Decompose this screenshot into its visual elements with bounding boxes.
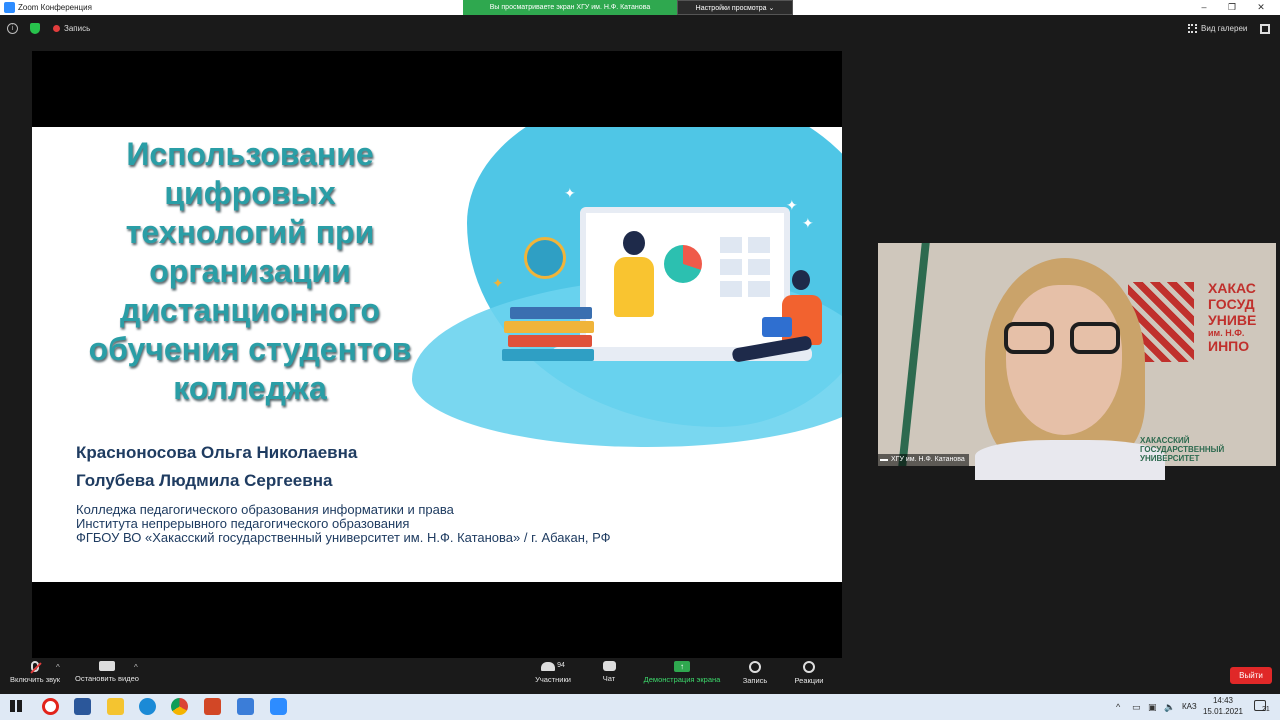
- zoom-app-icon: [4, 2, 15, 13]
- edge-browser-icon[interactable]: [139, 698, 156, 715]
- recording-indicator-label: Запись: [64, 24, 91, 33]
- chat-bubble-icon: [602, 661, 616, 671]
- illustration-book: [510, 307, 592, 319]
- signal-strength-icon: [880, 455, 888, 461]
- sparkle-icon: ✦: [786, 197, 798, 213]
- illustration-grid-cell: [748, 237, 770, 253]
- illustration-teacher: [614, 257, 654, 317]
- reactions-button[interactable]: Реакции: [788, 661, 830, 685]
- participant-body: [975, 440, 1165, 480]
- illustration-globe: [524, 237, 566, 279]
- chrome-browser-icon[interactable]: [171, 698, 188, 715]
- powerpoint-icon[interactable]: [204, 698, 221, 715]
- slide-institution-line: Института непрерывного педагогического о…: [76, 516, 410, 531]
- slide-title-line: цифровых: [164, 175, 336, 211]
- illustration-book: [502, 349, 594, 361]
- screen-share-banner: Вы просматриваете экран ХГУ им. Н.Ф. Кат…: [463, 0, 677, 15]
- slide-title-line: технологий при: [125, 214, 375, 250]
- tray-volume-icon[interactable]: 🔈: [1164, 702, 1175, 713]
- illustration-grid-cell: [720, 259, 742, 275]
- gallery-grid-icon[interactable]: [1188, 24, 1197, 33]
- close-button[interactable]: ✕: [1248, 0, 1274, 15]
- illustration-grid-cell: [720, 237, 742, 253]
- slide-author: Голубева Людмила Сергеевна: [76, 471, 333, 490]
- taskbar-clock-date[interactable]: 15.01.2021: [1201, 707, 1245, 717]
- photos-icon[interactable]: [237, 698, 254, 715]
- share-screen-arrow-icon: ↑: [674, 661, 690, 672]
- illustration-student-head: [792, 270, 810, 290]
- tray-network-icon[interactable]: ▭: [1132, 702, 1141, 713]
- fullscreen-icon[interactable]: [1260, 24, 1270, 34]
- illustration-book: [508, 335, 592, 347]
- maximize-button[interactable]: ❐: [1219, 0, 1245, 15]
- file-explorer-icon[interactable]: [107, 698, 124, 715]
- record-button[interactable]: Запись: [736, 661, 774, 685]
- opera-browser-icon[interactable]: [42, 698, 59, 715]
- sparkle-icon: ✦: [564, 185, 576, 201]
- video-options-caret[interactable]: ^: [134, 663, 138, 672]
- background-logo-caption: ХАКАССКИЙ ГОСУДАРСТВЕННЫЙ УНИВЕРСИТЕТ: [1140, 436, 1225, 463]
- glasses-lens-left: [1004, 322, 1054, 354]
- stop-video-button[interactable]: Остановить видео: [70, 661, 144, 683]
- sparkle-icon: ✦: [802, 215, 814, 231]
- security-shield-icon[interactable]: [30, 23, 40, 34]
- background-logo-text: ХАКАС ГОСУД УНИВЕ им. Н.Ф. ИНПО: [1208, 280, 1257, 354]
- illustration-grid-cell: [748, 259, 770, 275]
- chat-button[interactable]: Чат: [592, 661, 626, 683]
- gallery-view-button[interactable]: Вид галереи: [1201, 23, 1247, 34]
- illustration-grid-cell: [748, 281, 770, 297]
- microphone-muted-icon: [30, 661, 42, 674]
- sparkle-icon: ✦: [492, 275, 504, 291]
- meeting-info-icon[interactable]: i: [7, 23, 18, 34]
- windows-taskbar: [0, 694, 1280, 720]
- participant-face: [1006, 285, 1122, 435]
- illustration-pie-chart: [664, 245, 702, 283]
- illustration-teacher-head: [623, 231, 645, 255]
- slide-title-line: организации: [149, 253, 351, 289]
- tray-display-icon[interactable]: ▣: [1148, 702, 1157, 713]
- record-circle-icon: [749, 661, 761, 673]
- input-language-indicator[interactable]: КАЗ: [1182, 702, 1197, 711]
- minimize-button[interactable]: –: [1191, 0, 1217, 15]
- participant-name-label: ХГУ им. Н.Ф. Катанова: [878, 454, 969, 466]
- illustration-book: [504, 321, 594, 333]
- notification-count-badge: 21: [1262, 706, 1270, 713]
- slide-title-line: колледжа: [173, 370, 327, 406]
- illustration-grid-cell: [720, 281, 742, 297]
- recording-dot-icon: [53, 25, 60, 32]
- audio-options-caret[interactable]: ^: [56, 663, 60, 672]
- meeting-top-bar: [0, 15, 1280, 43]
- tray-show-hidden-icon[interactable]: ^: [1116, 702, 1120, 712]
- illustration-laptop: [762, 317, 792, 337]
- leave-meeting-button[interactable]: Выйти: [1230, 667, 1272, 684]
- taskbar-clock-time[interactable]: 14:43: [1208, 696, 1238, 706]
- participants-icon: [541, 661, 556, 671]
- zoom-taskbar-icon[interactable]: [270, 698, 287, 715]
- participants-count: 94: [557, 662, 565, 669]
- presentation-slide: Использование цифровых технологий при ор…: [32, 127, 842, 582]
- word-icon[interactable]: [74, 698, 91, 715]
- glasses-lens-right: [1070, 322, 1120, 354]
- view-settings-dropdown[interactable]: Настройки просмотра ⌄: [677, 0, 793, 15]
- windows-start-icon[interactable]: [10, 700, 22, 712]
- slide-title: Использование цифровых технологий при ор…: [50, 135, 450, 408]
- slide-title-line: обучения студентов: [88, 331, 412, 367]
- slide-title-line: Использование: [126, 136, 374, 172]
- smiley-icon: [803, 661, 815, 673]
- participants-button[interactable]: 94 Участники: [530, 661, 576, 684]
- share-screen-button[interactable]: ↑ Демонстрация экрана: [636, 661, 728, 684]
- slide-institution-line: Колледжа педагогического образования инф…: [76, 502, 454, 517]
- slide-title-line: дистанционного: [119, 292, 381, 328]
- video-camera-icon: [99, 661, 115, 671]
- slide-institution-line: ФГБОУ ВО «Хакасский государственный унив…: [76, 530, 611, 545]
- slide-author: Красноносова Ольга Николаевна: [76, 443, 358, 462]
- window-title: Zoom Конференция: [18, 3, 92, 12]
